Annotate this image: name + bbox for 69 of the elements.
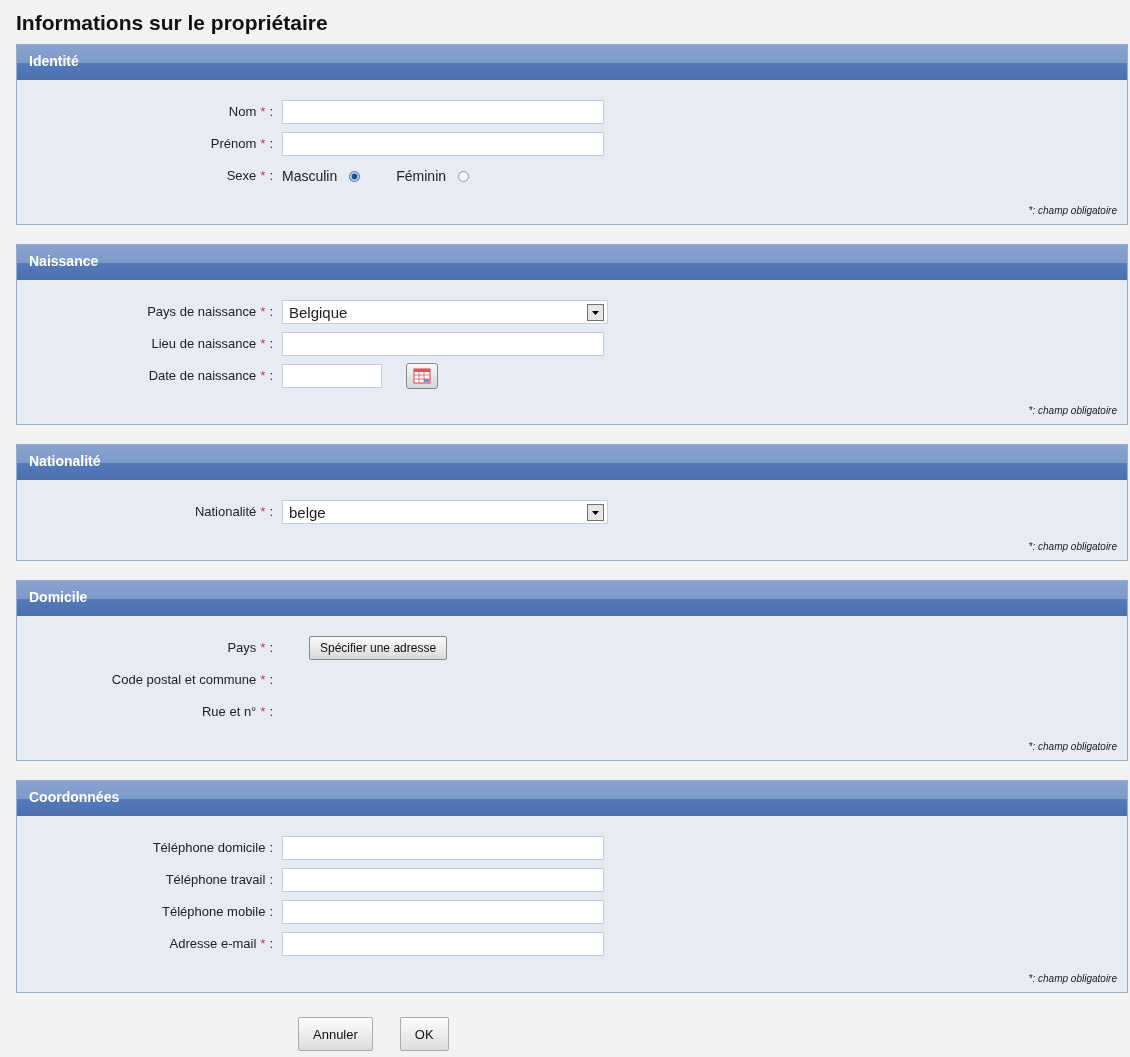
colon: : [269,936,273,951]
section-header: Naissance [17,245,1127,280]
section-header: Identité [17,45,1127,80]
required-mark: * [260,304,266,319]
required-mark: * [260,936,266,951]
required-mark: * [260,672,266,687]
field-label: Nom [228,104,257,119]
colon: : [269,704,273,719]
colon: : [269,840,273,855]
colon: : [269,304,273,319]
required-note: *: champ obligatoire [1027,204,1118,218]
input-field[interactable] [282,332,604,356]
input-field[interactable] [282,132,604,156]
colon: : [269,640,273,655]
field-label: Adresse e-mail [169,936,257,951]
action-button[interactable]: OK [399,1017,449,1051]
colon: : [269,104,273,119]
input-field[interactable] [282,868,604,892]
section-header: Coordonnées [17,781,1127,816]
colon: : [269,368,273,383]
date-field[interactable] [282,364,382,388]
input-field[interactable] [282,836,604,860]
required-note: *: champ obligatoire [1027,540,1118,554]
section-header: Nationalité [17,445,1127,480]
field-label: Rue et n° [201,704,257,719]
required-note: *: champ obligatoire [1027,740,1118,754]
field-label: Nationalité [194,504,257,519]
page-title: Informations sur le propriétaire [16,10,329,36]
dropdown[interactable]: belge [282,500,608,524]
dropdown[interactable]: Belgique [282,300,608,324]
field-label: Date de naissance [148,368,257,383]
radio-label: Féminin [396,168,447,184]
field-label: Téléphone domicile [152,840,266,855]
radio-label: Masculin [282,168,338,184]
calendar-button[interactable] [406,363,438,389]
section-header: Domicile [17,581,1127,616]
field-label: Téléphone mobile [162,904,266,919]
required-mark: * [260,104,266,119]
radio-button[interactable] [458,170,470,182]
required-note: *: champ obligatoire [1027,972,1118,986]
address-button[interactable]: Spécifier une adresse [309,636,448,660]
required-mark: * [260,704,266,719]
field-label: Pays [227,640,257,655]
field-label: Code postal et commune [111,672,257,687]
colon: : [269,336,273,351]
colon: : [269,872,273,887]
field-label: Sexe [226,168,257,183]
field-label: Téléphone travail [165,872,266,887]
required-mark: * [260,136,266,151]
input-field[interactable] [282,900,604,924]
field-label: Prénom [210,136,257,151]
required-mark: * [260,368,266,383]
required-mark: * [260,504,266,519]
required-mark: * [260,640,266,655]
colon: : [269,168,273,183]
colon: : [269,136,273,151]
required-mark: * [260,168,266,183]
colon: : [269,672,273,687]
field-label: Lieu de naissance [151,336,257,351]
colon: : [269,904,273,919]
action-button[interactable]: Annuler [298,1017,373,1051]
input-field[interactable] [282,932,604,956]
colon: : [269,504,273,519]
required-mark: * [260,336,266,351]
field-label: Pays de naissance [147,304,257,319]
input-field[interactable] [282,100,604,124]
required-note: *: champ obligatoire [1027,404,1118,418]
calendar-icon [413,368,431,384]
radio-button[interactable] [349,170,361,182]
